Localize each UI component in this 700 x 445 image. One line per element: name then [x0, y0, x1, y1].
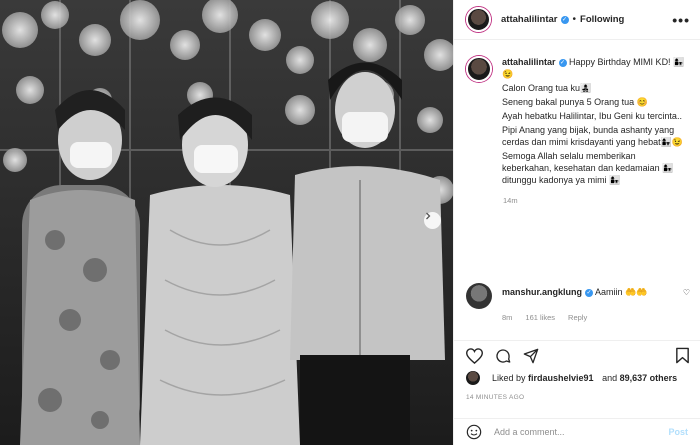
- commenter-avatar[interactable]: [466, 283, 492, 309]
- reply-button[interactable]: Reply: [568, 312, 587, 324]
- post-photo[interactable]: [0, 0, 453, 445]
- caption-line: Semoga Allah selalu memberikan keberkaha…: [502, 151, 674, 185]
- verified-badge-icon: ✓: [558, 58, 567, 67]
- separator-dot: •: [572, 14, 577, 25]
- comment-icon[interactable]: [495, 348, 511, 364]
- caption-text: attahalilintar ✓ Happy Birthday MIMI KD! …: [502, 56, 686, 186]
- caption-block: attahalilintar ✓ Happy Birthday MIMI KD! …: [466, 56, 690, 205]
- caption-line: Pipi Anang yang bijak, bunda ashanty yan…: [502, 125, 683, 147]
- comment-input[interactable]: [494, 427, 634, 437]
- comment-like-heart-icon[interactable]: ♡: [683, 288, 690, 297]
- caption-timestamp[interactable]: 14m: [503, 196, 690, 205]
- caption-author-avatar[interactable]: [466, 56, 492, 82]
- caption-username[interactable]: attahalilintar: [502, 57, 556, 67]
- bookmark-icon[interactable]: [675, 347, 690, 364]
- post-comment-button[interactable]: Post: [668, 427, 688, 437]
- chevron-right-icon: [426, 212, 431, 220]
- comment-item: manshur.angklung ✓ Aamiin 🤲🤲 8m 161 likes…: [466, 283, 690, 324]
- emoji-icon[interactable]: [466, 424, 482, 440]
- likes-prefix: Liked by: [492, 373, 529, 383]
- author-avatar[interactable]: [466, 7, 491, 32]
- liker-username[interactable]: firdaushelvie91: [528, 373, 594, 383]
- verified-badge-icon: ✓: [585, 288, 594, 297]
- author-username[interactable]: attahalilintar: [501, 14, 558, 25]
- photo-illustration: [0, 0, 453, 445]
- share-icon[interactable]: [523, 348, 539, 364]
- post-header: attahalilintar ✓ • Following •••: [454, 0, 700, 40]
- liker-avatar[interactable]: [466, 371, 480, 385]
- comment-time[interactable]: 8m: [502, 312, 512, 324]
- more-options-icon[interactable]: •••: [672, 12, 690, 28]
- instagram-post: attahalilintar ✓ • Following ••• attahal…: [0, 0, 700, 445]
- comment-text: Aamiin 🤲🤲: [595, 287, 648, 297]
- post-timestamp[interactable]: 14 MINUTES AGO: [466, 394, 524, 401]
- likes-middle: and: [599, 373, 620, 383]
- verified-badge-icon: ✓: [560, 15, 569, 24]
- likes-summary: Liked by firdaushelvie91 and 89,637 othe…: [466, 371, 677, 385]
- heart-icon[interactable]: [466, 347, 483, 364]
- add-comment-bar: Post: [454, 418, 700, 445]
- commenter-username[interactable]: manshur.angklung: [502, 287, 582, 297]
- post-side-panel: attahalilintar ✓ • Following ••• attahal…: [453, 0, 700, 445]
- action-bar: [454, 340, 700, 370]
- next-photo-button[interactable]: [424, 212, 441, 229]
- likes-count[interactable]: 89,637 others: [620, 373, 678, 383]
- following-button[interactable]: Following: [580, 14, 624, 25]
- comment-likes[interactable]: 161 likes: [525, 312, 555, 324]
- caption-line: Calon Orang tua ku👩‍👧‍👦: [502, 83, 592, 93]
- caption-line: Ayah hebatku Halilintar, Ibu Geni ku ter…: [502, 111, 682, 121]
- caption-line: Seneng bakal punya 5 Orang tua 😊: [502, 97, 648, 107]
